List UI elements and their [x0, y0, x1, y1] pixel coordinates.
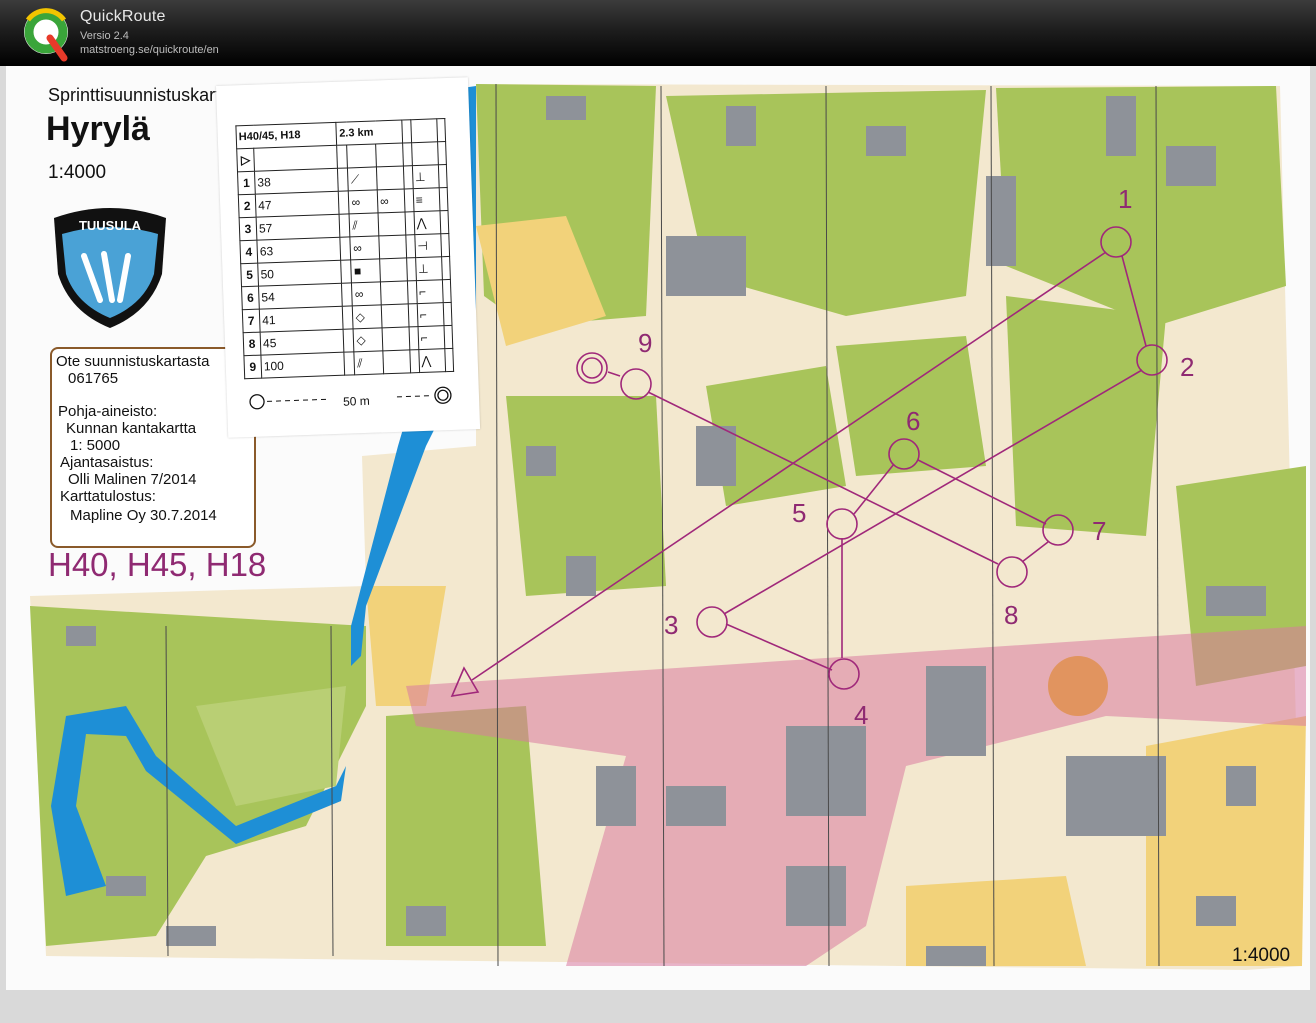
symbol-icon: ⊥	[412, 164, 439, 189]
control-number: 7	[242, 309, 261, 333]
app-title: QuickRoute	[80, 8, 166, 25]
symbol-icon: ⫽	[354, 350, 384, 375]
control-label: 8	[1004, 600, 1019, 630]
control-description-sheet: H40/45, H18 2.3 km ▷ 1 38 ⟋ ⊥ 2 47 ∞ ∞ ≡ 3 57 ⫽ ⋀ …	[216, 77, 481, 438]
control-code: 41	[259, 306, 344, 333]
control-number: 5	[240, 263, 259, 287]
symbol-icon: ∞	[350, 235, 380, 260]
symbol-icon: ⋀	[418, 348, 446, 373]
control-description-table: H40/45, H18 2.3 km ▷ 1 38 ⟋ ⊥ 2 47 ∞ ∞ ≡ 3 57 ⫽ ⋀ …	[235, 118, 454, 379]
control-code: 54	[258, 283, 343, 310]
info-line: Pohja-aineisto:	[58, 403, 158, 420]
control-code: 38	[254, 168, 339, 195]
control-label: 7	[1092, 516, 1107, 546]
symbol-icon: ◇	[353, 327, 383, 352]
app-url-link[interactable]: matstroeng.se/quickroute/en	[80, 44, 219, 56]
symbol-icon: ■	[351, 258, 381, 283]
info-line: Karttatulostus:	[60, 488, 156, 505]
control-number: 6	[241, 286, 260, 310]
control-label: 6	[906, 406, 921, 436]
info-line: 1: 5000	[70, 437, 121, 454]
map-scale: 1:4000	[48, 162, 107, 183]
info-line: Kunnan kantakartta	[66, 420, 197, 437]
control-code: 63	[256, 237, 342, 264]
control-label: 2	[1180, 352, 1195, 382]
control-label: 1	[1118, 184, 1133, 214]
info-line: Ajantasaistus:	[60, 454, 154, 471]
symbol-icon: ∞	[348, 189, 379, 214]
control-number: 3	[239, 217, 257, 241]
symbol-icon: ⟋	[347, 166, 378, 191]
course-classes: H40, H45, H18	[48, 546, 267, 583]
symbol-icon: ≡	[412, 187, 440, 212]
tuusula-crest-icon: TUUSULA	[54, 208, 166, 328]
control-number: 2	[238, 194, 257, 218]
map-heading: Sprinttisuunnistuskartta	[48, 85, 236, 105]
control-code: 47	[255, 191, 340, 218]
control-code: 50	[257, 260, 342, 287]
control-number: 1	[237, 171, 256, 195]
symbol-icon: ⌐	[417, 325, 445, 350]
info-line: 061765	[68, 370, 119, 387]
start-triangle-icon: ▷	[236, 148, 255, 172]
control-number: 4	[239, 240, 258, 264]
app-version: Versio 2.4	[80, 30, 129, 42]
control-code: 57	[256, 214, 341, 241]
symbol-icon: ◇	[352, 304, 383, 329]
info-line: Olli Malinen 7/2014	[68, 471, 197, 488]
map-place-name: Hyrylä	[46, 110, 150, 148]
symbol-icon: ⊥	[415, 256, 442, 281]
info-line: Mapline Oy 30.7.2014	[70, 507, 217, 524]
control-code: 100	[260, 352, 346, 379]
control-label: 5	[792, 498, 807, 528]
control-number: 8	[243, 332, 261, 356]
control-label: 4	[854, 700, 869, 730]
symbol-icon: ∞	[351, 281, 382, 306]
map-info-box: Ote suunnistuskartasta 061765 Pohja-aine…	[50, 347, 256, 548]
info-line: Ote suunnistuskartasta	[56, 353, 210, 370]
control-label: 9	[638, 328, 653, 358]
symbol-icon: ⫽	[349, 212, 379, 237]
symbol-icon: ∞	[377, 188, 406, 213]
course-length: 2.3 km	[336, 120, 403, 146]
svg-text:TUUSULA: TUUSULA	[79, 218, 142, 233]
title-bar: QuickRoute Versio 2.4 matstroeng.se/quic…	[0, 0, 1316, 66]
symbol-icon: ⌐	[416, 279, 443, 304]
quickroute-logo-icon	[24, 8, 68, 62]
symbol-icon: ⌐	[416, 302, 444, 327]
control-code: 45	[260, 329, 345, 356]
finish-distance: 50 m	[342, 393, 371, 409]
symbol-icon: ⊣	[414, 233, 442, 258]
symbol-icon: ⋀	[413, 210, 441, 235]
map-canvas[interactable]: Sprinttisuunnistuskartta Hyrylä 1:4000 T…	[6, 66, 1310, 990]
control-number: 9	[243, 355, 262, 379]
control-label: 3	[664, 610, 679, 640]
map-scale-bottom: 1:4000	[1232, 945, 1291, 966]
